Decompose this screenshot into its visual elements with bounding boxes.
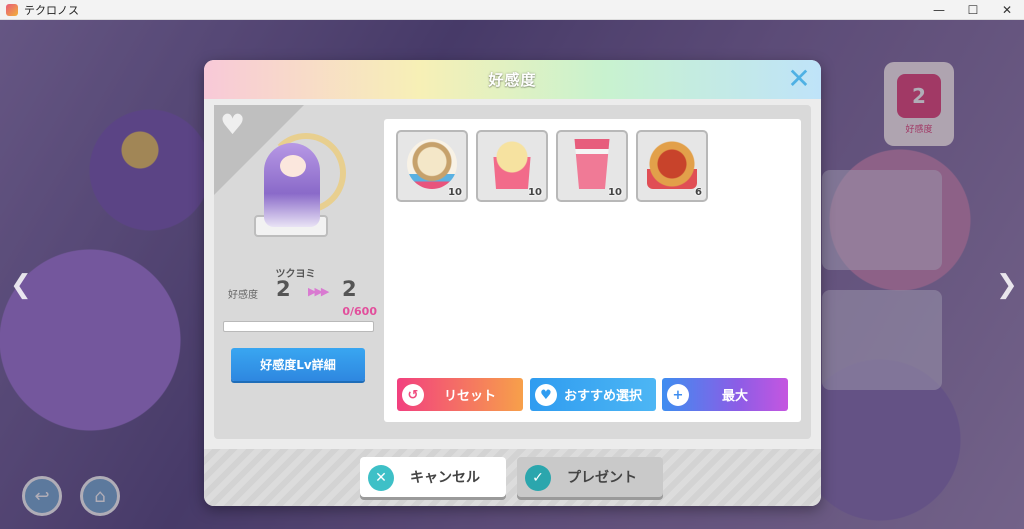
affection-next: 2 (342, 277, 357, 301)
affection-current: 2 (276, 277, 291, 301)
check-icon: ✓ (525, 465, 551, 491)
affection-dialog: 好感度 ✕ ♥ ツクヨミ 好感度 2 ▶▶▶ 2 0/600 好感度Lv詳細 1… (204, 60, 821, 506)
arrow-right-icon: ▶▶▶ (308, 285, 329, 298)
cancel-button[interactable]: ✕ キャンセル (360, 457, 506, 497)
close-icon: ✕ (368, 465, 394, 491)
character-panel: ♥ ツクヨミ 好感度 2 ▶▶▶ 2 0/600 好感度Lv詳細 (214, 105, 377, 439)
recommend-button[interactable]: ♥ おすすめ選択 (530, 378, 656, 411)
affection-label: 好感度 (228, 290, 258, 301)
window-close-button[interactable]: ✕ (990, 0, 1024, 20)
gift-item[interactable]: 6 (636, 130, 708, 202)
minimize-button[interactable]: — (922, 0, 956, 20)
item-count: 10 (448, 187, 462, 198)
drink-icon (574, 139, 610, 189)
plus-icon: + (667, 384, 689, 406)
dialog-title: 好感度 (488, 71, 537, 89)
dialog-footer: ✕ キャンセル ✓ プレゼント (204, 449, 821, 506)
item-count: 10 (608, 187, 622, 198)
hearts-icon: ♥ (220, 108, 246, 141)
hotdog-icon (647, 139, 697, 189)
popcorn-icon (492, 139, 532, 189)
next-arrow-icon[interactable]: ❯ (996, 270, 1018, 300)
gift-item[interactable]: 10 (396, 130, 468, 202)
exp-progress-bar (223, 321, 374, 332)
item-count: 6 (695, 187, 702, 198)
present-button[interactable]: ✓ プレゼント (517, 457, 663, 497)
reset-button[interactable]: ↺ リセット (397, 378, 523, 411)
prev-arrow-icon[interactable]: ❮ (10, 270, 32, 300)
max-button[interactable]: + 最大 (662, 378, 788, 411)
item-list: 10 10 10 6 (396, 130, 708, 202)
reset-icon: ↺ (402, 384, 424, 406)
heart-icon: ♥ (535, 384, 557, 406)
app-icon (6, 3, 18, 16)
character-face (280, 155, 306, 177)
gift-item[interactable]: 10 (476, 130, 548, 202)
gift-item-panel: 10 10 10 6 (384, 119, 801, 422)
exp-text: 0/600 (342, 305, 377, 318)
window-title: テクロノス (24, 3, 79, 17)
cream-bun-icon (407, 139, 457, 189)
dialog-header: 好感度 ✕ (204, 60, 821, 99)
item-count: 10 (528, 187, 542, 198)
gift-item[interactable]: 10 (556, 130, 628, 202)
maximize-button[interactable]: ☐ (956, 0, 990, 20)
window-controls: — ☐ ✕ (922, 0, 1024, 20)
affection-detail-button[interactable]: 好感度Lv詳細 (231, 348, 365, 381)
window-titlebar: テクロノス — ☐ ✕ (0, 0, 1024, 20)
close-icon[interactable]: ✕ (785, 65, 813, 93)
